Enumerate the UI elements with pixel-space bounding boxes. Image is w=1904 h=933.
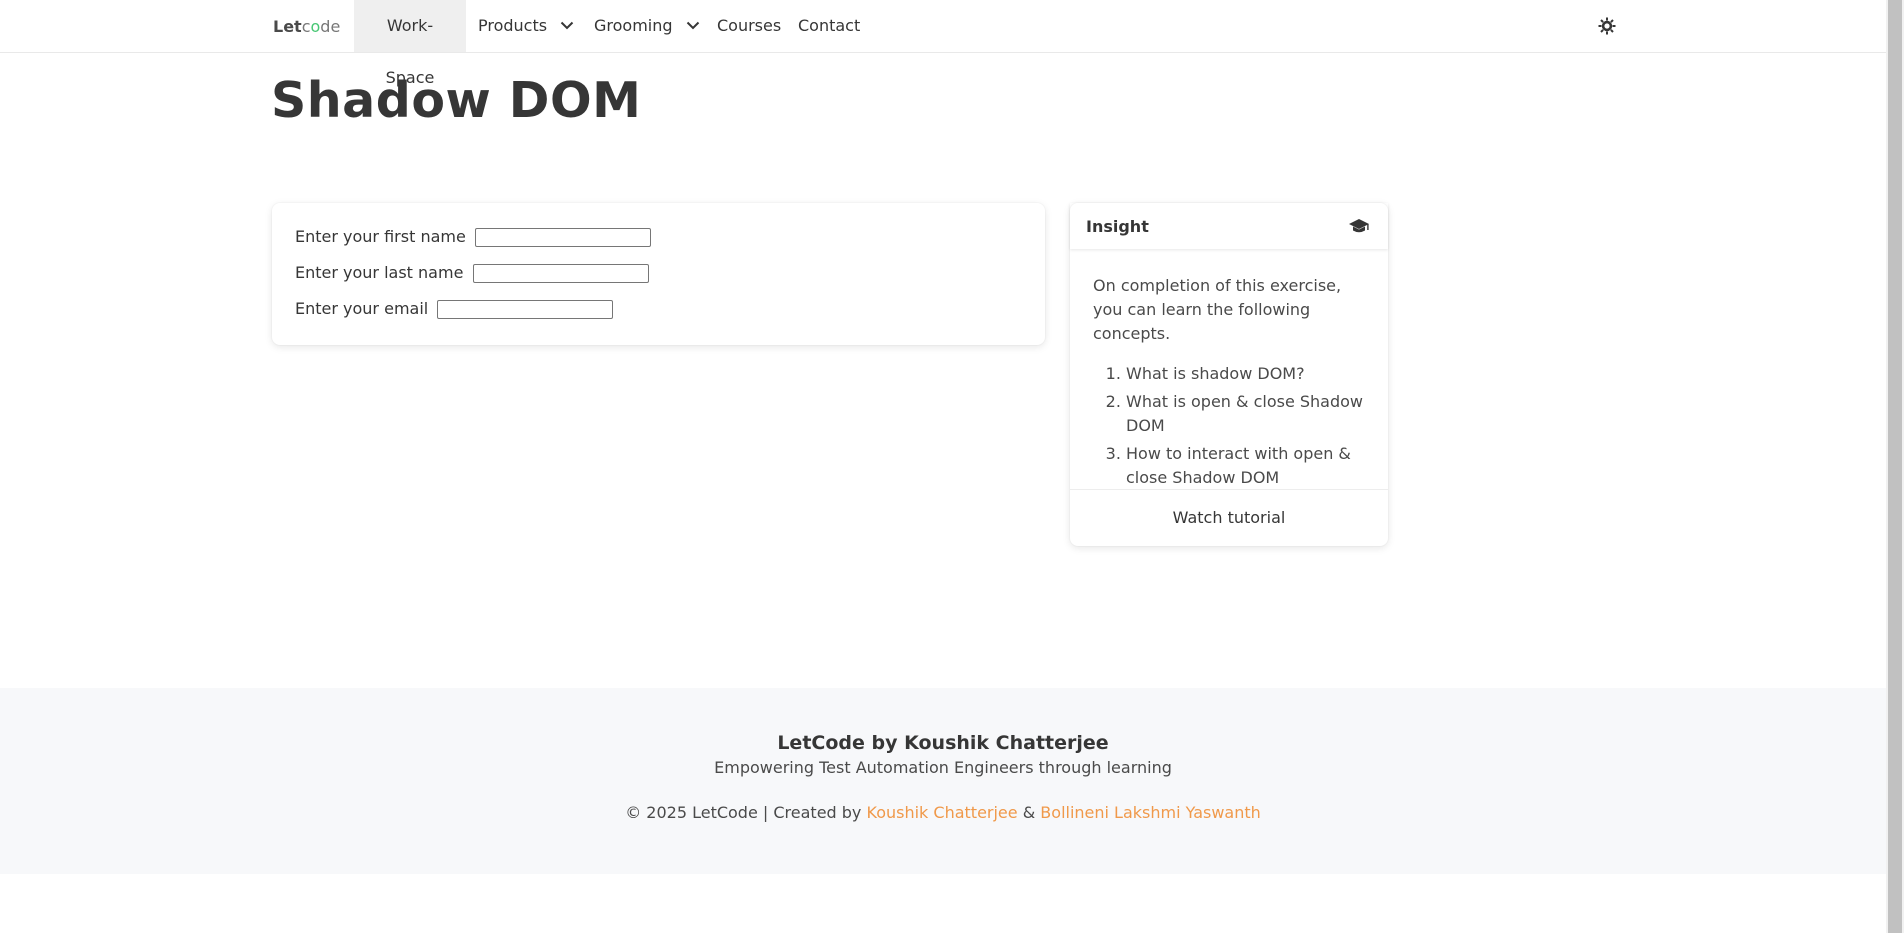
footer-copyright: © 2025 LetCode | Created by Koushik Chat…: [0, 803, 1886, 822]
chevron-down-icon: [686, 21, 699, 30]
first-name-row: Enter your first name: [295, 227, 651, 247]
brand-logo[interactable]: Letcode: [273, 17, 340, 36]
nav-item-grooming[interactable]: Grooming: [582, 0, 712, 52]
email-input[interactable]: [437, 300, 614, 319]
nav-item-contact[interactable]: Contact: [786, 0, 872, 52]
insight-list-item: What is shadow DOM?: [1126, 362, 1368, 386]
navbar: Letcode Work-Space Products Grooming Cou…: [0, 0, 1886, 87]
last-name-row: Enter your last name: [295, 263, 649, 283]
footer-title: LetCode by Koushik Chatterjee: [777, 732, 1109, 754]
nav-item-products[interactable]: Products: [466, 0, 586, 52]
footer: LetCode by Koushik Chatterjee Empowering…: [0, 688, 1886, 874]
first-name-input[interactable]: [474, 228, 651, 247]
nav-item-courses[interactable]: Courses: [705, 0, 793, 52]
last-name-label: Enter your last name: [295, 263, 464, 282]
page-title: Shadow DOM: [271, 72, 642, 129]
insight-body: On completion of this exercise, you can …: [1093, 274, 1368, 494]
page-scrollbar[interactable]: [1886, 0, 1904, 933]
email-row: Enter your email: [295, 299, 614, 319]
author-link-koushik[interactable]: Koushik Chatterjee: [867, 803, 1018, 822]
email-label: Enter your email: [295, 299, 429, 318]
insight-intro: On completion of this exercise, you can …: [1093, 276, 1342, 343]
nav-item-label: Courses: [717, 16, 782, 35]
author-link-yaswanth[interactable]: Bollineni Lakshmi Yaswanth: [1040, 803, 1261, 822]
graduation-cap-icon: [1349, 219, 1369, 233]
first-name-label: Enter your first name: [295, 227, 466, 246]
copyright-text: © 2025 LetCode | Created by: [625, 803, 862, 822]
chevron-down-icon: [560, 21, 574, 30]
nav-item-label: Contact: [798, 16, 861, 35]
nav-item-label: Grooming: [594, 16, 673, 35]
last-name-input[interactable]: [472, 264, 649, 283]
separator: &: [1022, 803, 1036, 822]
scrollbar-thumb[interactable]: [1888, 0, 1902, 933]
insight-list: What is shadow DOM? What is open & close…: [1093, 362, 1368, 490]
insight-header: Insight: [1070, 203, 1388, 249]
insight-title: Insight: [1086, 217, 1149, 236]
insight-list-item: What is open & close Shadow DOM: [1126, 390, 1368, 438]
theme-toggle-icon[interactable]: [1598, 17, 1616, 35]
insight-list-item: How to interact with open & close Shadow…: [1126, 442, 1368, 490]
page: Letcode Work-Space Products Grooming Cou…: [0, 0, 1886, 933]
watch-tutorial-link[interactable]: Watch tutorial: [1070, 489, 1388, 547]
nav-item-label: Products: [478, 16, 548, 35]
nav-item-workspace[interactable]: Work-Space: [354, 0, 466, 87]
insight-card: Insight On completion of this exercise, …: [1070, 203, 1388, 546]
shadow-form-card: Enter your first name Enter your last na…: [272, 203, 1045, 345]
footer-subtitle: Empowering Test Automation Engineers thr…: [714, 758, 1172, 777]
